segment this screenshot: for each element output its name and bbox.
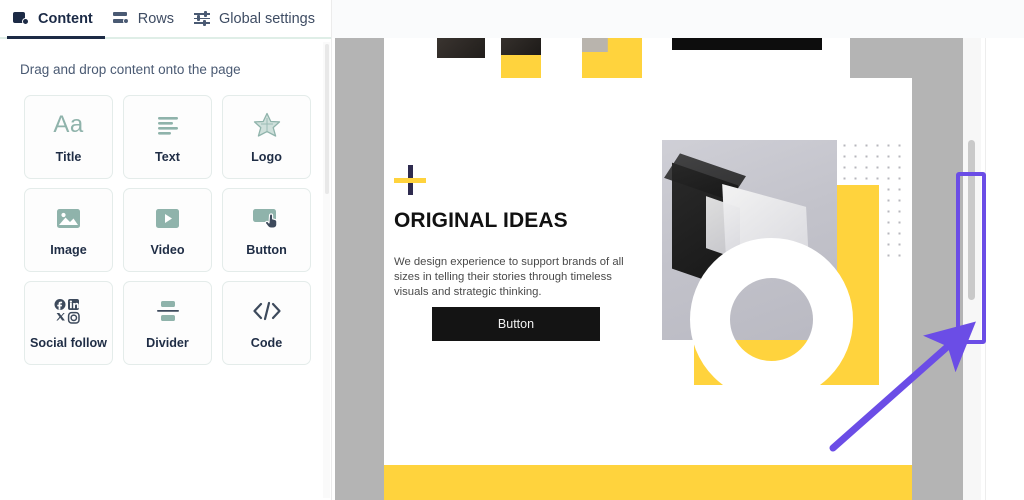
block-divider-label: Divider [146,336,189,350]
email-builder-app: Content Rows Global settings Drag and dr… [0,0,1024,500]
text-lines-icon [151,110,185,140]
block-title[interactable]: Aa Title [24,95,113,179]
block-button-label: Button [246,243,287,257]
block-text-label: Text [155,150,180,164]
block-code[interactable]: Code [222,281,311,365]
content-blocks-icon [13,11,30,26]
partial-gray-block [850,38,912,78]
block-title-label: Title [55,150,82,164]
tab-rows[interactable]: Rows [107,0,188,38]
email-cta-button[interactable]: Button [432,307,600,341]
tab-content[interactable]: Content [7,0,107,38]
social-networks-icon [52,296,86,326]
block-social-follow[interactable]: Social follow [24,281,113,365]
sliders-icon [194,10,211,26]
block-divider[interactable]: Divider [123,281,212,365]
divider-icon [151,296,185,326]
canvas-topbar [332,0,1024,38]
code-brackets-icon [250,296,284,326]
rows-icon [112,11,130,26]
video-play-icon [151,203,185,233]
partial-black-bar [672,38,822,50]
block-logo[interactable]: Logo [222,95,311,179]
email-top-partial-row [384,38,912,78]
partial-yellow-2 [501,55,541,78]
email-cta-button-label: Button [497,317,535,331]
partial-thumb-1 [437,38,485,58]
block-image-label: Image [50,243,87,257]
tab-global-settings-label: Global settings [219,10,315,27]
sidebar-scrollbar-thumb[interactable] [325,44,329,194]
title-aa-icon: Aa [53,111,84,138]
email-bottom-yellow-band[interactable] [384,465,912,500]
partial-thumb-3 [582,38,608,52]
block-code-label: Code [250,336,283,350]
block-button[interactable]: Button [222,188,311,272]
email-headline: ORIGINAL IDEAS [394,209,568,232]
block-social-follow-label: Social follow [30,336,107,350]
sidebar-tabbar: Content Rows Global settings [0,0,332,39]
block-logo-label: Logo [251,150,282,164]
block-video[interactable]: Video [123,188,212,272]
block-image[interactable]: Image [24,188,113,272]
block-text[interactable]: Text [123,95,212,179]
partial-thumb-2 [501,38,541,55]
button-cursor-icon [250,203,284,233]
pointer-arrow [829,321,976,452]
block-video-label: Video [150,243,185,257]
email-body-copy: We design experience to support brands o… [394,256,624,299]
active-tab-indicator [7,36,105,39]
image-icon [52,203,86,233]
tab-global-settings[interactable]: Global settings [188,0,329,38]
drag-drop-hint: Drag and drop content onto the page [20,62,241,77]
sidebar-panel: Content Rows Global settings Drag and dr… [0,0,332,500]
plus-decoration-icon [394,165,426,197]
tab-rows-label: Rows [137,10,175,27]
starfish-logo-icon [250,110,284,140]
tab-content-label: Content [38,10,93,27]
content-blocks-grid: Aa Title Text Logo Image Video Button So… [24,95,332,365]
